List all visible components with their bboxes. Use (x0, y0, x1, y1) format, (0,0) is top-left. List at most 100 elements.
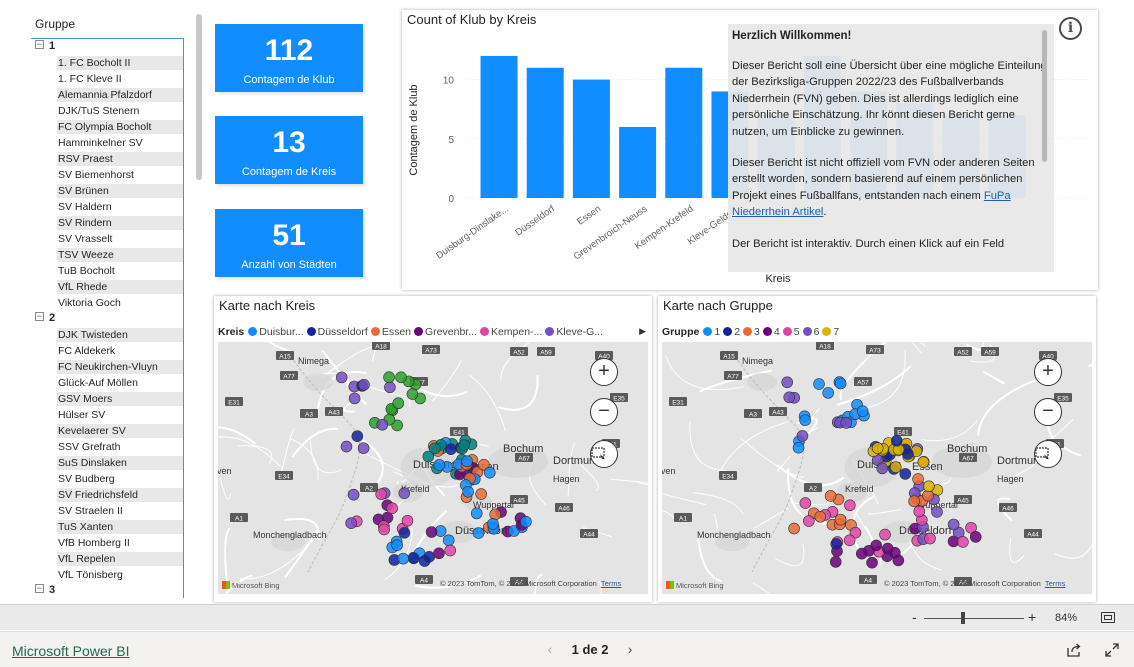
slicer-item[interactable]: SV Vrasselt (31, 231, 183, 247)
slicer-item[interactable]: TuB Bocholt (31, 263, 183, 279)
map-area[interactable]: A18A15A73A59A77E31A3A43A57A52E35A40E41A6… (218, 342, 648, 594)
club-location-dot[interactable] (840, 417, 853, 429)
club-location-dot[interactable] (783, 391, 796, 404)
zoom-slider-thumb[interactable] (961, 612, 965, 624)
club-location-dot[interactable] (406, 388, 419, 400)
club-location-dot[interactable] (433, 547, 445, 560)
club-location-dot[interactable] (475, 488, 487, 500)
bar-1[interactable] (526, 67, 564, 198)
legend-next-icon[interactable]: ▶ (639, 326, 646, 337)
slicer-item[interactable]: VfL Repelen (31, 551, 183, 567)
club-location-dot[interactable] (814, 510, 827, 523)
legend-item[interactable]: 5 (782, 326, 800, 338)
share-icon[interactable] (1066, 643, 1082, 657)
club-location-dot[interactable] (866, 556, 878, 569)
zoom-in-button[interactable]: + (590, 358, 618, 386)
lasso-select-icon[interactable] (590, 440, 618, 468)
club-location-dot[interactable] (822, 387, 834, 399)
slicer-item[interactable]: RSV Praest (31, 151, 183, 167)
card-klub-count[interactable]: 112 Contagem de Klub (215, 24, 363, 92)
club-location-dot[interactable] (829, 556, 842, 568)
club-location-dot[interactable] (423, 551, 435, 563)
club-location-dot[interactable] (834, 377, 847, 390)
club-location-dot[interactable] (813, 378, 825, 390)
slicer-item[interactable]: GSV Moers (31, 391, 183, 407)
slicer-list[interactable]: −1 1. FC Bocholt II 1. FC Kleve II Alemanni… (31, 38, 184, 598)
zoom-in-button[interactable]: + (1028, 609, 1036, 625)
club-location-dot[interactable] (470, 507, 483, 520)
club-location-dot[interactable] (375, 488, 388, 500)
slicer-item[interactable]: SV Straelen II (31, 503, 183, 519)
map-area[interactable]: A18A15A73A59A77E31A3A43A57A52E35A40E41A6… (662, 342, 1092, 594)
lasso-select-icon[interactable] (1034, 440, 1062, 468)
club-location-dot[interactable] (407, 552, 420, 565)
club-location-dot[interactable] (425, 526, 438, 538)
slicer-item[interactable]: FC Neukirchen-Vluyn (31, 359, 183, 375)
collapse-icon[interactable]: − (35, 40, 44, 49)
info-icon[interactable]: i (1059, 17, 1082, 40)
slicer-item[interactable]: SV Budberg (31, 471, 183, 487)
slicer-item[interactable]: SV Brünen (31, 183, 183, 199)
club-location-dot[interactable] (444, 544, 457, 557)
club-location-dot[interactable] (462, 485, 474, 498)
legend-item[interactable]: 4 (762, 326, 780, 338)
welcome-scrollbar[interactable] (1042, 30, 1047, 162)
club-location-dot[interactable] (924, 532, 936, 545)
card-kreis-count[interactable]: 13 Contagem de Kreis (215, 116, 363, 184)
slicer-item[interactable]: Alemannia Pfalzdorf (31, 87, 183, 103)
club-location-dot[interactable] (378, 523, 390, 536)
club-location-dot[interactable] (957, 536, 969, 548)
club-location-dot[interactable] (908, 495, 920, 508)
legend-item[interactable]: Düsseldorf (306, 326, 368, 338)
club-location-dot[interactable] (799, 497, 812, 509)
legend-item[interactable]: 3 (743, 326, 760, 338)
club-location-dot[interactable] (913, 505, 926, 518)
slicer-item[interactable]: SV Rindern (31, 215, 183, 231)
club-location-dot[interactable] (520, 515, 532, 528)
slicer-item[interactable]: Kevelaerer SV (31, 423, 183, 439)
terms-link[interactable]: Terms (601, 579, 621, 588)
club-location-dot[interactable] (395, 371, 407, 384)
club-location-dot[interactable] (843, 534, 856, 547)
club-location-dot[interactable] (879, 528, 891, 541)
legend-item[interactable]: Duisbur... (248, 326, 304, 338)
club-location-dot[interactable] (923, 480, 935, 493)
legend-item[interactable]: 1 (703, 326, 720, 338)
club-location-dot[interactable] (889, 546, 901, 559)
fullscreen-icon[interactable] (1104, 642, 1120, 658)
club-location-dot[interactable] (429, 442, 441, 455)
slicer-item[interactable]: Viktoria Goch (31, 295, 183, 311)
club-location-dot[interactable] (876, 462, 889, 475)
club-location-dot[interactable] (357, 442, 370, 454)
slicer-item[interactable]: Hülser SV (31, 407, 183, 423)
club-location-dot[interactable] (345, 517, 357, 529)
slicer-item[interactable]: VfL Tönisberg (31, 567, 183, 583)
next-page-icon[interactable]: › (620, 641, 640, 657)
bar-0[interactable] (480, 55, 518, 198)
club-location-dot[interactable] (830, 538, 843, 550)
club-location-dot[interactable] (855, 547, 868, 560)
slicer-item[interactable]: SV Friedrichsfeld (31, 487, 183, 503)
club-location-dot[interactable] (358, 379, 370, 391)
club-location-dot[interactable] (384, 381, 396, 394)
club-location-dot[interactable] (890, 434, 903, 447)
club-location-dot[interactable] (889, 461, 902, 474)
slicer-item[interactable]: FC Aldekerk (31, 343, 183, 359)
fit-to-page-icon[interactable] (1101, 612, 1115, 623)
club-location-dot[interactable] (340, 440, 353, 453)
club-location-dot[interactable] (401, 514, 414, 527)
club-location-dot[interactable] (931, 506, 943, 518)
slicer-item[interactable]: SuS Dinslaken (31, 455, 183, 471)
club-location-dot[interactable] (398, 487, 411, 499)
zoom-out-button[interactable]: - (912, 609, 917, 625)
club-location-dot[interactable] (386, 502, 398, 514)
slicer-item[interactable]: VfB Homberg II (31, 535, 183, 551)
slicer-group-1[interactable]: −1 (31, 39, 183, 55)
club-location-dot[interactable] (792, 441, 805, 454)
club-location-dot[interactable] (376, 418, 389, 431)
club-location-dot[interactable] (351, 430, 364, 442)
club-location-dot[interactable] (803, 515, 815, 527)
power-bi-link[interactable]: Microsoft Power BI (12, 643, 129, 659)
club-location-dot[interactable] (870, 539, 883, 552)
club-location-dot[interactable] (391, 539, 403, 551)
